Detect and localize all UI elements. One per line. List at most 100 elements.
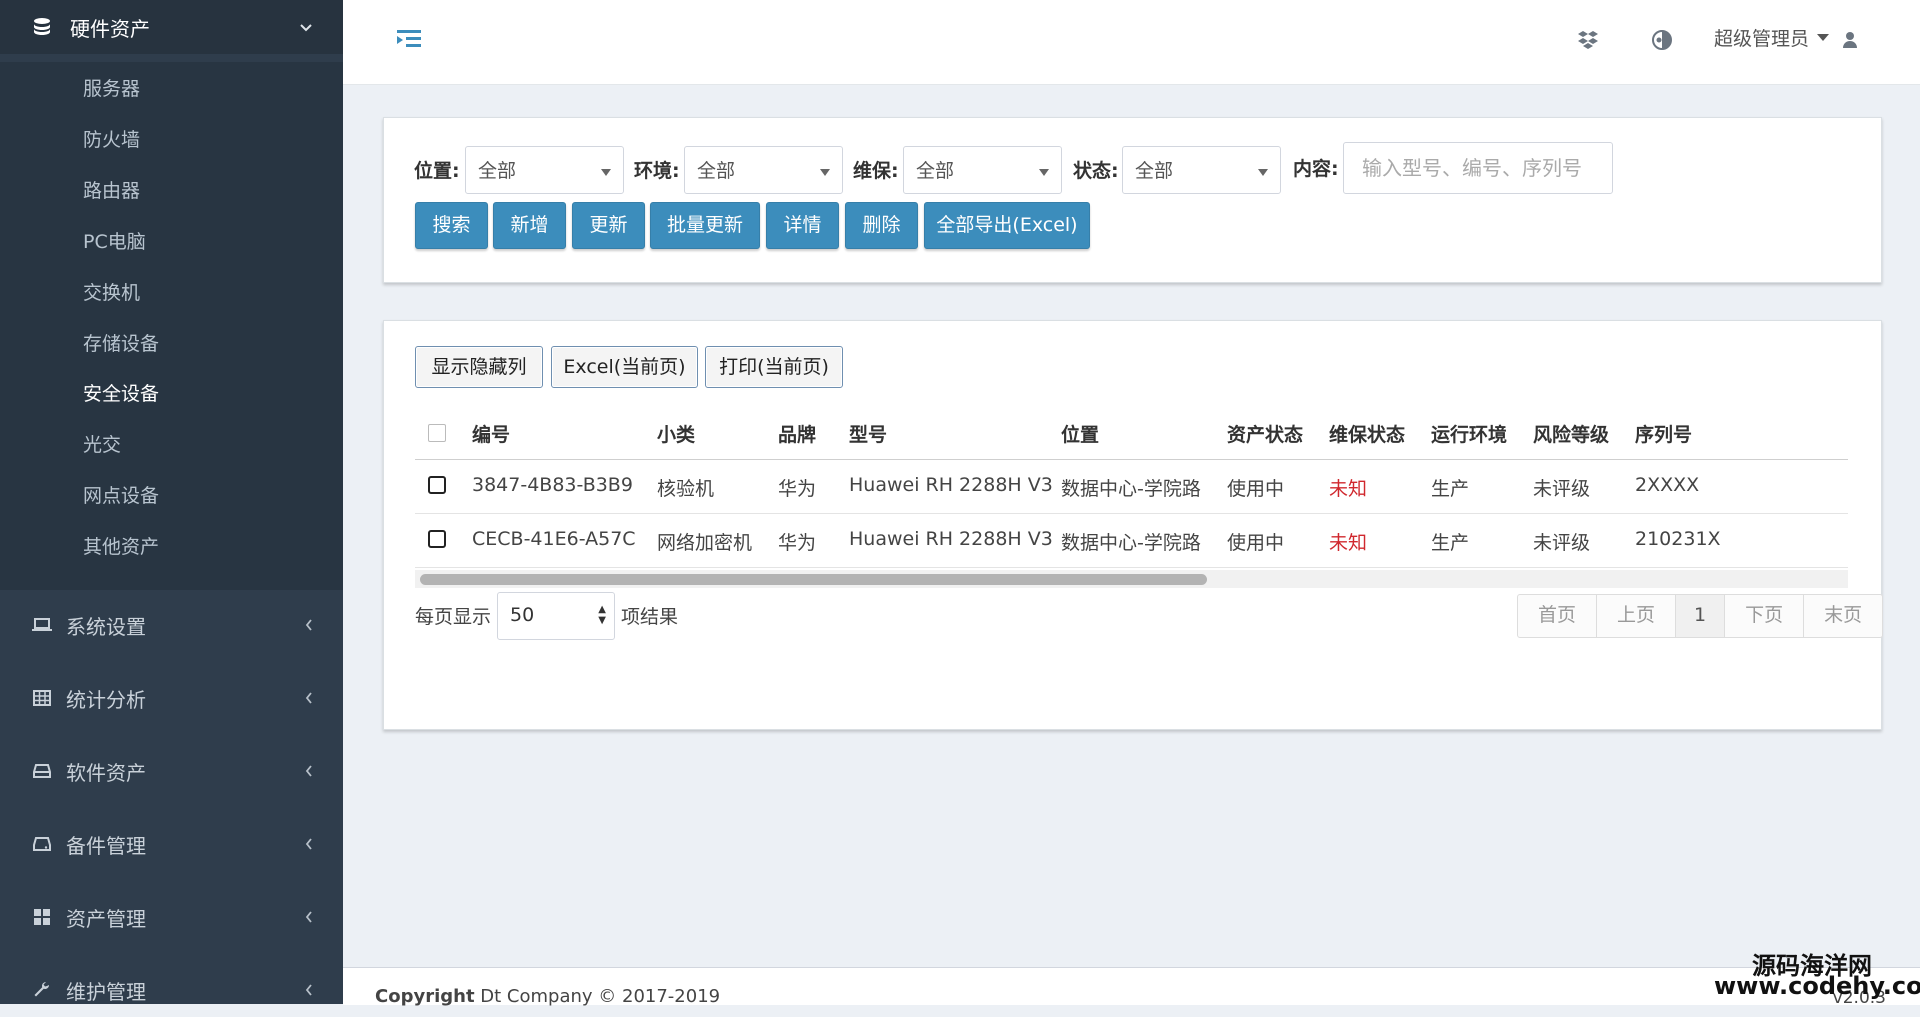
search-button[interactable]: 搜索 [415,202,488,249]
sidebar-group-system-settings[interactable]: 系统设置 [0,598,343,652]
cell-serial-number: 210231X [1635,528,1721,550]
column-header[interactable]: 资产状态 [1227,420,1303,447]
sidebar-group-software-assets[interactable]: 软件资产 [0,744,343,798]
chevron-down-icon [299,18,313,37]
divider [415,567,1848,568]
column-header[interactable]: 维保状态 [1329,420,1405,447]
sidebar-group-hardware-assets[interactable]: 硬件资产 [0,0,343,54]
select-all-checkbox[interactable] [428,424,446,442]
sidebar-item-optical[interactable]: 光交 [83,430,121,460]
update-button[interactable]: 更新 [572,202,645,249]
prev-page-button[interactable]: 上页 [1596,595,1675,637]
cell-warranty-status: 未知 [1329,478,1368,500]
cell-subcategory: 核验机 [657,478,715,500]
dropbox-icon[interactable] [1575,27,1601,53]
sidebar-item-servers[interactable]: 服务器 [83,74,140,104]
add-button[interactable]: 新增 [493,202,566,249]
sidebar-item-other-assets[interactable]: 其他资产 [83,532,159,562]
last-page-button[interactable]: 末页 [1803,595,1882,637]
column-header[interactable]: 位置 [1061,420,1099,447]
batch-update-button[interactable]: 批量更新 [650,202,760,249]
sidebar-group-asset-management[interactable]: 资产管理 [0,890,343,944]
divider [415,459,1848,460]
cell-asset-status: 使用中 [1227,478,1285,500]
cell-asset-status: 使用中 [1227,532,1285,554]
status-select[interactable]: 全部 [1122,146,1281,194]
cell-environment: 生产 [1431,478,1470,500]
user-icon[interactable] [1840,27,1860,53]
environment-select-value: 全部 [697,160,736,182]
scrollbar-thumb[interactable] [420,574,1207,585]
wrench-icon [32,980,52,1000]
column-header[interactable]: 风险等级 [1533,420,1609,447]
sidebar-item-firewalls[interactable]: 防火墙 [83,125,140,155]
status-select-value: 全部 [1135,160,1174,182]
top-header: 超级管理员 [343,0,1920,85]
status-filter-label: 状态: [1073,160,1119,182]
page-size-select[interactable]: 50 ▲ ▼ [497,592,615,640]
detail-button[interactable]: 详情 [766,202,839,249]
hdd-icon [32,761,52,781]
sidebar-group-maintenance[interactable]: 维护管理 [0,963,343,1017]
caret-down-icon[interactable] [1817,34,1829,41]
spinner-down-icon: ▼ [598,615,606,626]
cell-brand: 华为 [778,478,817,500]
warranty-select-value: 全部 [916,160,955,182]
sidebar-item-security-devices[interactable]: 安全设备 [83,379,159,409]
cell-brand: 华为 [778,532,817,554]
cell-risk-level: 未评级 [1533,532,1591,554]
environment-select[interactable]: 全部 [684,146,843,194]
dropdown-arrow-icon [601,169,611,176]
sidebar-item-pcs[interactable]: PC电脑 [83,227,146,257]
warranty-select[interactable]: 全部 [903,146,1062,194]
cell-environment: 生产 [1431,532,1470,554]
column-header[interactable]: 型号 [849,420,887,447]
sidebar-group-label: 统计分析 [66,687,146,712]
theme-toggle-icon[interactable] [1649,27,1675,53]
horizontal-scrollbar[interactable] [415,570,1848,588]
cell-risk-level: 未评级 [1533,478,1591,500]
content-filter-label: 内容: [1293,158,1339,180]
sidebar-toggle-button[interactable] [397,28,421,50]
sidebar-submenu: 服务器 防火墙 路由器 PC电脑 交换机 存储设备 安全设备 光交 网点设备 其… [0,62,343,590]
dropdown-arrow-icon [1039,169,1049,176]
sidebar-group-statistics[interactable]: 统计分析 [0,671,343,725]
divider [415,513,1848,514]
sidebar: 硬件资产 服务器 防火墙 路由器 PC电脑 交换机 存储设备 安全设备 光交 网… [0,0,343,1004]
content-search-input[interactable]: 输入型号、编号、序列号 [1343,142,1613,194]
delete-button[interactable]: 删除 [845,202,918,249]
print-current-page-button[interactable]: 打印(当前页) [705,346,843,388]
export-excel-current-page-button[interactable]: Excel(当前页) [551,346,698,388]
column-header[interactable]: 序列号 [1635,420,1692,447]
current-page-button[interactable]: 1 [1675,595,1725,637]
chevron-left-icon [305,689,313,708]
grid-icon [32,907,52,927]
sidebar-group-spare-parts[interactable]: 备件管理 [0,817,343,871]
user-menu-label[interactable]: 超级管理员 [1714,24,1809,51]
sidebar-item-routers[interactable]: 路由器 [83,176,140,206]
row-checkbox[interactable] [428,530,446,548]
chevron-left-icon [305,762,313,781]
column-header[interactable]: 品牌 [778,420,816,447]
show-hidden-columns-button[interactable]: 显示隐藏列 [415,346,543,388]
sidebar-group-label: 软件资产 [66,760,146,785]
column-header[interactable]: 运行环境 [1431,420,1507,447]
sidebar-group-label: 备件管理 [66,833,146,858]
location-select[interactable]: 全部 [465,146,624,194]
cell-location: 数据中心-学院路 [1061,478,1201,500]
column-header[interactable]: 小类 [657,420,695,447]
chevron-left-icon [305,908,313,927]
sidebar-item-branch-devices[interactable]: 网点设备 [83,481,159,511]
sidebar-item-switches[interactable]: 交换机 [83,278,140,308]
export-all-excel-button[interactable]: 全部导出(Excel) [924,202,1090,249]
first-page-button[interactable]: 首页 [1518,595,1596,637]
per-page-label: 每页显示 [415,606,492,628]
next-page-button[interactable]: 下页 [1724,595,1803,637]
column-header[interactable]: 编号 [472,420,510,447]
environment-filter-label: 环境: [634,160,680,182]
row-checkbox[interactable] [428,476,446,494]
cell-model: Huawei RH 2288H V3 [849,528,1053,550]
sidebar-item-storage[interactable]: 存储设备 [83,329,159,359]
cell-location: 数据中心-学院路 [1061,532,1201,554]
drive-icon [32,834,52,854]
